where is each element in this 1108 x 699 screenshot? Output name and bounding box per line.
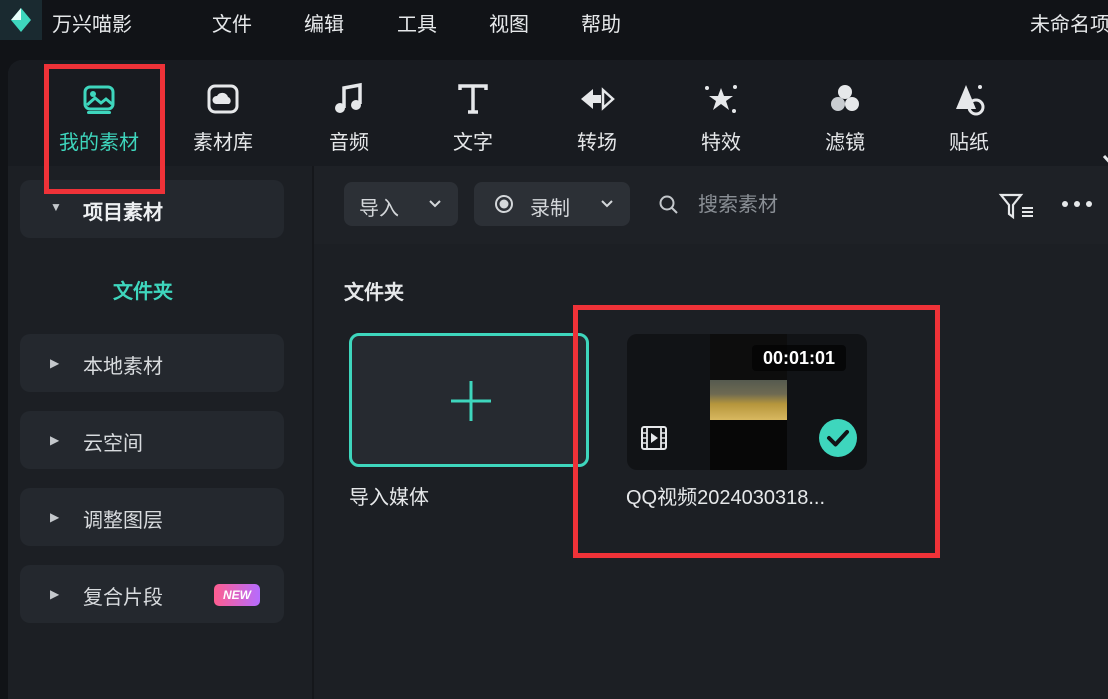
chevron-down-icon — [601, 200, 613, 208]
record-dropdown-label: 录制 — [530, 198, 570, 220]
menu-tools[interactable]: 工具 — [397, 8, 437, 37]
expand-triangle-icon: ▶ — [50, 433, 60, 447]
app-logo-icon[interactable] — [0, 0, 42, 40]
sidebar-item-label: 云空间 — [83, 433, 143, 455]
more-options-icon[interactable] — [1061, 199, 1093, 209]
sidebar-item-adjustment-layer[interactable]: ▶ 调整图层 — [20, 488, 284, 546]
sidebar-item-label: 调整图层 — [83, 510, 163, 532]
tab-label: 转场 — [577, 132, 617, 154]
tab-label: 我的素材 — [59, 132, 139, 154]
video-film-icon — [641, 426, 667, 450]
panel-divider — [312, 166, 314, 699]
record-dropdown[interactable]: 录制 — [474, 182, 630, 226]
record-icon — [495, 195, 513, 213]
sidebar-item-label: 项目素材 — [83, 202, 163, 224]
text-t-icon — [418, 80, 528, 118]
video-preview-image — [710, 380, 787, 420]
search-icon — [659, 195, 678, 214]
tab-stock-media[interactable]: 素材库 — [168, 60, 278, 166]
app-title: 万兴喵影 — [52, 14, 132, 36]
expand-triangle-icon: ▶ — [50, 356, 60, 370]
filter-sort-icon[interactable] — [998, 191, 1036, 221]
filter-circles-icon — [790, 80, 900, 118]
menu-edit[interactable]: 编辑 — [304, 8, 344, 37]
tab-label: 音频 — [329, 132, 369, 154]
sidebar-item-project-media[interactable]: ▼ 项目素材 — [20, 180, 284, 238]
sidebar-item-label: 复合片段 — [83, 587, 163, 609]
search-input[interactable] — [698, 188, 958, 222]
menu-help[interactable]: 帮助 — [581, 8, 621, 37]
tab-stickers[interactable]: 贴纸 — [914, 60, 1024, 166]
tab-label: 特效 — [701, 132, 741, 154]
sidebar-item-cloud-space[interactable]: ▶ 云空间 — [20, 411, 284, 469]
project-title: 未命名项目 — [1030, 14, 1108, 36]
import-dropdown[interactable]: 导入 — [344, 182, 458, 226]
sidebar-item-local-media[interactable]: ▶ 本地素材 — [20, 334, 284, 392]
expand-triangle-icon: ▶ — [50, 510, 60, 524]
section-title: 文件夹 — [344, 282, 404, 304]
new-badge: NEW — [214, 584, 260, 606]
transition-icon — [542, 80, 652, 118]
menu-view[interactable]: 视图 — [489, 8, 529, 37]
import-media-tile[interactable] — [349, 333, 589, 467]
checkmark-selected-icon — [819, 419, 857, 457]
tab-label: 贴纸 — [949, 132, 989, 154]
chevron-down-icon — [429, 200, 441, 208]
stock-cloud-icon — [168, 80, 278, 118]
tab-label: 文字 — [453, 132, 493, 154]
collapse-triangle-icon: ▼ — [50, 200, 62, 214]
tab-audio[interactable]: 音频 — [294, 60, 404, 166]
menu-bar: 万兴喵影 文件 编辑 工具 视图 帮助 未命名项目 — [0, 0, 1108, 42]
plus-icon — [451, 381, 491, 421]
tab-text[interactable]: 文字 — [418, 60, 528, 166]
tab-transition[interactable]: 转场 — [542, 60, 652, 166]
sidebar-item-label: 本地素材 — [83, 356, 163, 378]
import-media-label: 导入媒体 — [349, 487, 429, 509]
tab-label: 素材库 — [193, 132, 253, 154]
tab-filters[interactable]: 滤镜 — [790, 60, 900, 166]
tab-my-media[interactable]: 我的素材 — [44, 60, 154, 166]
media-icon — [44, 80, 154, 118]
sticker-icon — [914, 80, 1024, 118]
menu-file[interactable]: 文件 — [212, 8, 252, 37]
expand-triangle-icon: ▶ — [50, 587, 60, 601]
effects-star-icon — [666, 80, 776, 118]
media-filename: QQ视频2024030318... — [626, 487, 826, 509]
sidebar-item-compound-clip[interactable]: ▶ 复合片段 NEW — [20, 565, 284, 623]
video-duration: 00:01:01 — [752, 345, 846, 371]
tab-effects[interactable]: 特效 — [666, 60, 776, 166]
sidebar-item-folder[interactable]: 文件夹 — [113, 275, 173, 304]
import-dropdown-label: 导入 — [359, 198, 399, 220]
music-note-icon — [294, 80, 404, 118]
tab-label: 滤镜 — [825, 132, 865, 154]
media-toolbar: 我的素材 素材库 音频 文字 转场 特效 滤镜 贴纸 — [8, 60, 1108, 180]
